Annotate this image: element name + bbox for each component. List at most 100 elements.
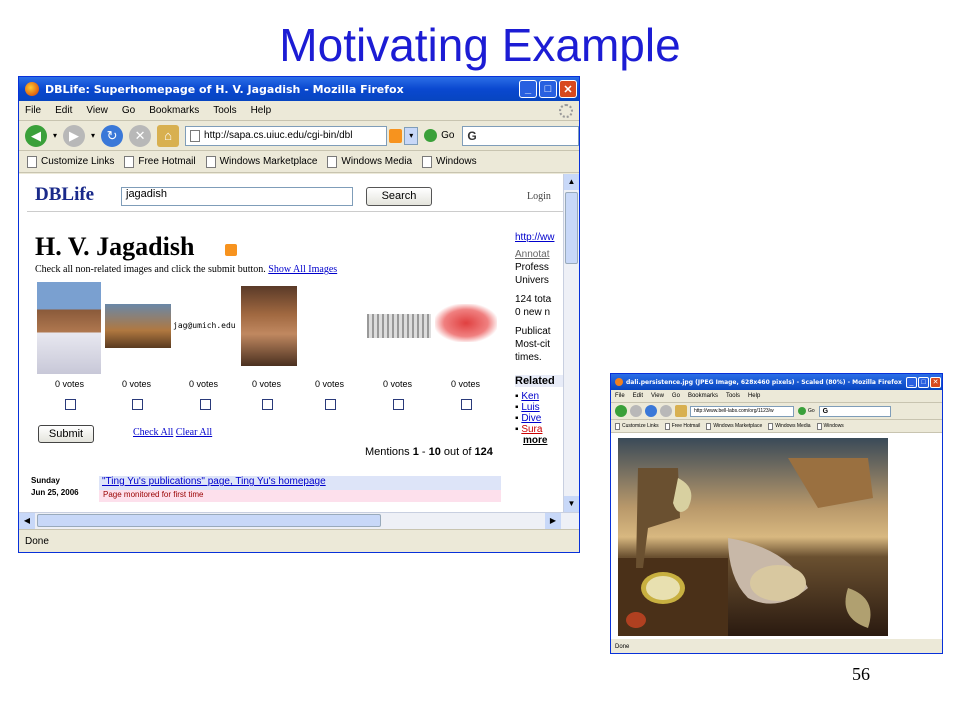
bookmark-customize-links[interactable]: Customize Links [615,422,659,430]
menu-tools[interactable]: Tools [726,393,740,399]
related-more-link[interactable]: more [523,435,563,446]
image-checkbox[interactable] [65,399,76,410]
related-item[interactable]: ▪ Dive [515,413,563,424]
side-annotate-link[interactable]: Annotat [515,249,563,260]
address-bar[interactable]: http://www.bell-labs.com/org/1123/w [690,405,794,417]
go-icon[interactable] [798,407,806,415]
image-checkbox[interactable] [393,399,404,410]
bookmark-windows-media[interactable]: Windows Media [768,422,811,430]
back-arrow-icon[interactable] [615,405,627,417]
bookmark-windows-media[interactable]: Windows Media [327,155,412,168]
login-link[interactable]: Login [527,191,551,202]
page-number: 56 [852,664,870,684]
address-bar[interactable]: http://sapa.cs.uiuc.edu/cgi-bin/dbl [185,125,387,146]
forward-arrow-icon[interactable] [630,405,642,417]
menu-bar: File Edit View Go Bookmarks Tools Help [19,101,579,121]
menu-edit[interactable]: Edit [55,105,72,116]
scroll-left-icon[interactable]: ◀ [19,513,35,529]
minimize-button[interactable]: _ [519,80,537,98]
forward-dropdown-icon[interactable]: ▾ [91,131,95,140]
reload-icon[interactable]: ↻ [101,124,124,147]
mention-date-full: Jun 25, 2006 [31,488,79,497]
bookmark-free-hotmail[interactable]: Free Hotmail [664,422,701,430]
hscroll-thumb[interactable] [37,514,381,527]
related-item[interactable]: ▪ Sura [515,424,563,435]
navigation-toolbar: http://www.bell-labs.com/org/1123/w Go G [611,403,942,420]
home-icon[interactable]: ⌂ [157,124,180,147]
back-dropdown-icon[interactable]: ▾ [53,131,57,140]
bookmark-windows[interactable]: Windows [422,155,477,168]
go-button[interactable]: Go [808,408,815,414]
bookmark-windows[interactable]: Windows [816,422,844,430]
clear-all-link[interactable]: Clear All [176,427,212,438]
menu-help[interactable]: Help [251,105,272,116]
menu-view[interactable]: View [651,393,664,399]
related-item-link[interactable]: Ken [521,391,539,402]
photo-thumbnail-2 [241,286,297,366]
image-checkbox[interactable] [325,399,336,410]
related-item-link[interactable]: Dive [521,413,541,424]
maximize-button[interactable]: □ [918,376,929,388]
search-box[interactable]: G [818,405,891,417]
forward-arrow-icon[interactable]: ▶ [63,124,86,147]
menu-go[interactable]: Go [672,393,680,399]
rss-feed-icon[interactable] [388,128,403,143]
image-checkbox[interactable] [132,399,143,410]
menu-edit[interactable]: Edit [633,393,643,399]
close-button[interactable]: ✕ [930,376,941,388]
scroll-down-icon[interactable]: ▼ [564,496,579,512]
horizontal-scrollbar[interactable]: ◀ ▶ [19,512,579,529]
mention-link[interactable]: "Ting Yu's publications" page, Ting Yu's… [102,476,326,487]
go-icon[interactable] [424,129,438,142]
dblife-search-input[interactable]: jagadish [121,187,353,206]
related-item[interactable]: ▪ Ken [515,391,563,402]
image-checkbox[interactable] [461,399,472,410]
show-all-images-link[interactable]: Show All Images [268,264,337,275]
image-window-titlebar[interactable]: dali.persistence.jpg (JPEG Image, 628x46… [611,374,942,390]
vote-count: 0 votes [189,379,219,389]
menu-bookmarks[interactable]: Bookmarks [149,105,199,116]
dblife-search-button[interactable]: Search [366,187,432,206]
menu-bookmarks[interactable]: Bookmarks [688,393,718,399]
menu-file[interactable]: File [615,393,625,399]
image-checkbox[interactable] [262,399,273,410]
menu-go[interactable]: Go [122,105,135,116]
search-box[interactable]: G [462,125,579,146]
bookmark-label: Free Hotmail [671,423,701,429]
vertical-scrollbar[interactable]: ▲ ▼ [563,174,579,512]
back-arrow-icon[interactable]: ◀ [25,124,47,147]
check-all-link[interactable]: Check All [133,427,173,438]
bookmark-free-hotmail[interactable]: Free Hotmail [124,155,196,168]
submit-button[interactable]: Submit [38,425,94,443]
bookmark-customize-links[interactable]: Customize Links [27,155,114,168]
home-icon[interactable] [675,405,687,417]
main-window-titlebar[interactable]: DBLife: Superhomepage of H. V. Jagadish … [19,77,579,101]
minimize-button[interactable]: _ [906,376,917,388]
scroll-thumb[interactable] [565,192,578,264]
image-checkbox[interactable] [200,399,211,410]
menu-help[interactable]: Help [748,393,760,399]
close-button[interactable]: ✕ [559,80,577,98]
painting-thumbnail [105,304,171,348]
dblife-logo[interactable]: DBLife [35,184,94,206]
address-dropdown-icon[interactable]: ▾ [404,126,419,145]
menu-tools[interactable]: Tools [213,105,236,116]
side-url-link[interactable]: http://ww [515,232,563,243]
reload-icon[interactable] [645,405,657,417]
related-item-link[interactable]: Sura [521,424,542,435]
scroll-up-icon[interactable]: ▲ [564,174,579,190]
stop-icon[interactable] [660,405,672,417]
related-item[interactable]: ▪ Luis [515,402,563,413]
stop-icon[interactable]: ✕ [129,124,152,147]
bookmark-windows-marketplace[interactable]: Windows Marketplace [205,155,317,168]
menu-file[interactable]: File [25,105,41,116]
bookmark-windows-marketplace[interactable]: Windows Marketplace [706,422,762,430]
scroll-right-icon[interactable]: ▶ [545,513,561,529]
go-button[interactable]: Go [441,130,454,141]
maximize-button[interactable]: □ [539,80,557,98]
related-item-link[interactable]: Luis [521,402,539,413]
mentions-count: Mentions 1 - 10 out of 124 [365,446,493,458]
menu-view[interactable]: View [86,105,108,116]
bookmark-icon [27,155,37,168]
rss-feed-icon[interactable] [225,244,237,256]
